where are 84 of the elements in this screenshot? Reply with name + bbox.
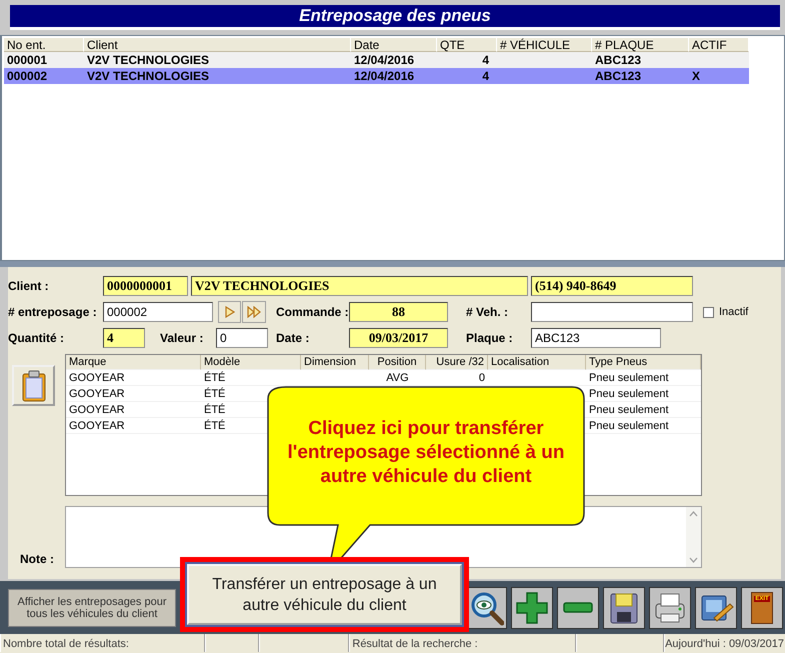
input-field[interactable]: V2V TECHNOLOGIES (191, 276, 528, 296)
column-header[interactable]: Position (369, 355, 426, 370)
field-label: Plaque : (466, 331, 514, 345)
callout-text: Cliquez ici pour transférer l'entreposage sélectionné à un autre véhicule du client (286, 417, 566, 489)
input-field[interactable]: 09/03/2017 (349, 328, 448, 348)
column-header[interactable]: Client (84, 38, 351, 52)
remove-button[interactable] (557, 586, 599, 628)
column-header[interactable]: Localisation (488, 355, 586, 370)
input-field[interactable]: 0 (216, 328, 268, 348)
table-cell: Pneu seulement (589, 420, 668, 432)
table-cell: V2V TECHNOLOGIES (87, 69, 210, 83)
transfer-button[interactable]: Transférer un entreposage à un autre véhicule du client (187, 564, 462, 625)
table-cell: AVG (386, 372, 409, 384)
table-cell: Pneu seulement (589, 388, 668, 400)
input-field[interactable]: 0000000001 (103, 276, 188, 296)
clipboard-icon (20, 370, 46, 402)
table-cell: ABC123 (595, 53, 642, 67)
last-button[interactable] (242, 301, 266, 323)
field-label: Valeur : (160, 331, 204, 345)
tools-button[interactable] (695, 586, 737, 628)
table-cell: Pneu seulement (589, 404, 668, 416)
checkbox-label: Inactif (719, 306, 748, 318)
column-header[interactable]: Marque (66, 355, 201, 370)
input-field[interactable] (531, 302, 693, 322)
column-header[interactable]: Dimension (301, 355, 369, 370)
table-cell: ÉTÉ (204, 420, 226, 432)
plus-icon (514, 590, 550, 626)
table-cell: ÉTÉ (204, 404, 226, 416)
table-row[interactable]: 000002 V2V TECHNOLOGIES 12/04/2016 4 ABC123 X (4, 68, 749, 84)
scrollbar (686, 507, 701, 567)
input-field[interactable]: 88 (349, 302, 448, 322)
save-button[interactable] (603, 586, 645, 628)
table-cell: ÉTÉ (204, 372, 226, 384)
table-cell: GOOYEAR (69, 372, 125, 384)
column-header[interactable]: Usure /32 (426, 355, 488, 370)
window-title: Entreposage des pneus (299, 6, 491, 26)
minus-icon (563, 602, 593, 613)
table-cell: 4 (482, 53, 489, 67)
field-label: Client : (8, 279, 50, 293)
field-label: Commande : (276, 305, 349, 319)
field-label: Date : (276, 331, 310, 345)
table-cell: V2V TECHNOLOGIES (87, 53, 210, 67)
status-date: Aujourd'hui : 09/03/2017 (664, 634, 785, 652)
input-field[interactable]: ABC123 (531, 328, 661, 348)
table-cell: GOOYEAR (69, 404, 125, 416)
print-button[interactable] (649, 586, 691, 628)
table-row[interactable]: 000001 V2V TECHNOLOGIES 12/04/2016 4 ABC123 (4, 52, 749, 68)
field-label: Quantité : (8, 331, 65, 345)
column-header[interactable]: No ent. (4, 38, 84, 52)
table-cell: Pneu seulement (589, 372, 668, 384)
column-header[interactable]: # VÉHICULE (497, 38, 592, 52)
column-header[interactable]: ACTIF (689, 38, 749, 52)
input-field[interactable]: 4 (103, 328, 145, 348)
status-field (205, 634, 259, 652)
status-label: Nombre total de résultats: (0, 634, 206, 652)
fast-forward-icon (246, 306, 262, 318)
add-button[interactable] (511, 586, 553, 628)
table-cell: X (692, 69, 700, 83)
table-cell: ABC123 (595, 69, 642, 83)
field-label: Note : (19, 552, 55, 568)
column-header[interactable]: Modèle (201, 355, 301, 370)
show-all-button[interactable]: Afficher les entreposages pour tous les véhicules du client (8, 588, 176, 626)
play-icon (224, 306, 234, 318)
input-field[interactable]: (514) 940-8649 (531, 276, 693, 296)
next-button[interactable] (218, 301, 241, 323)
table-cell: 000001 (7, 53, 48, 67)
column-header[interactable]: QTE (437, 38, 497, 52)
table-cell: GOOYEAR (69, 388, 125, 400)
column-header[interactable]: Date (351, 38, 437, 52)
table-cell: 0 (478, 372, 485, 384)
input-field[interactable]: 000002 (103, 302, 213, 322)
table-cell: ÉTÉ (204, 388, 226, 400)
table-cell: 000002 (7, 69, 48, 83)
table-cell: 4 (482, 69, 489, 83)
clipboard-button[interactable] (12, 365, 55, 406)
table-cell: GOOYEAR (69, 420, 125, 432)
table-cell: 12/04/2016 (354, 53, 414, 67)
field-label: # entreposage : (8, 305, 98, 319)
table-cell: 12/04/2016 (354, 69, 414, 83)
column-header[interactable]: Type Pneus (586, 355, 701, 370)
field-label: # Veh. : (466, 305, 510, 319)
column-header[interactable]: # PLAQUE (592, 38, 689, 52)
checkbox[interactable] (703, 306, 714, 318)
status-label: Résultat de la recherche : (349, 634, 576, 652)
